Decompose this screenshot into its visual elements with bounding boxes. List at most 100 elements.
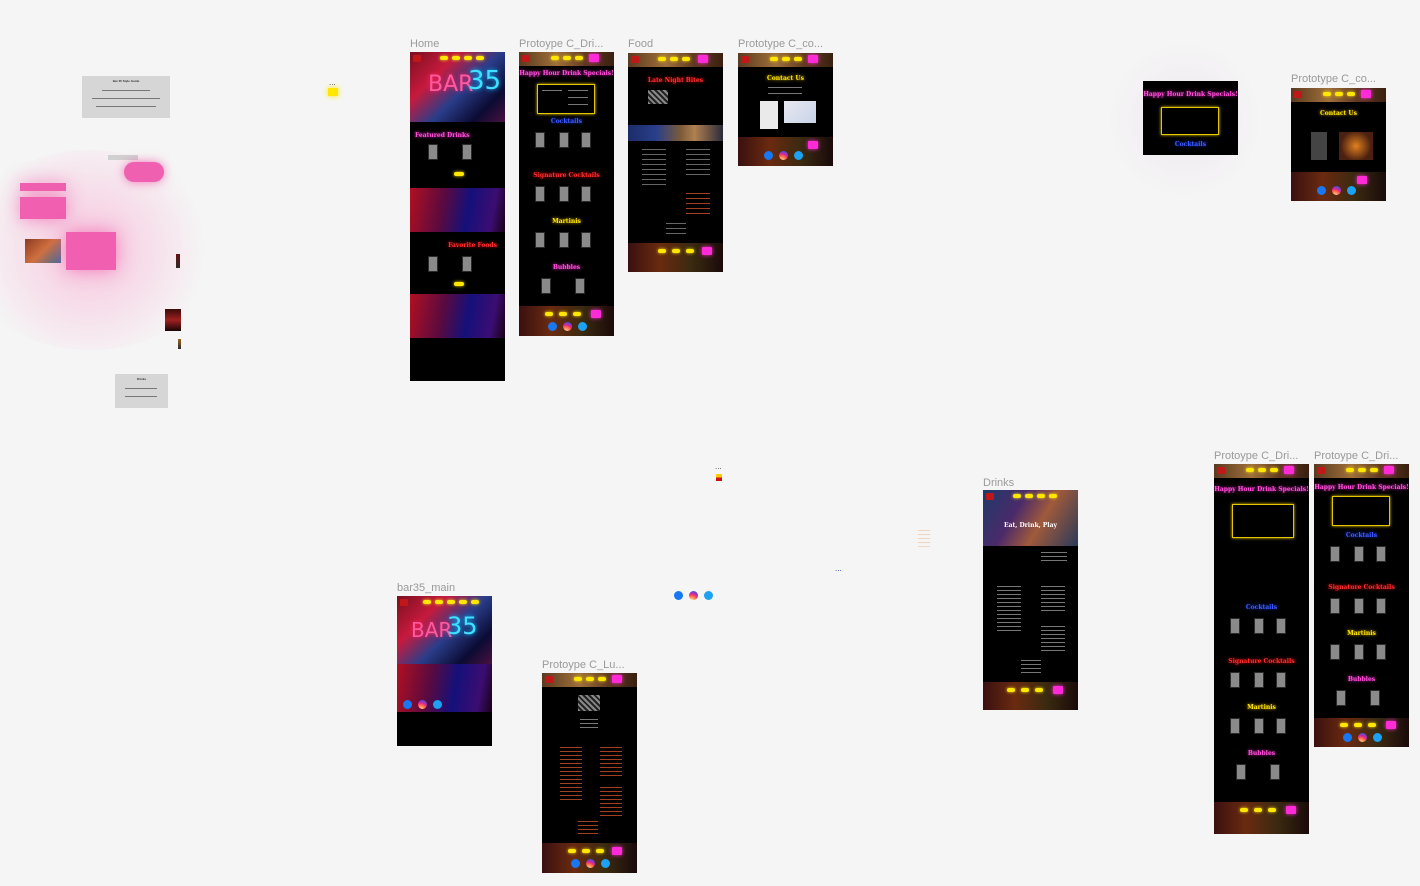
instagram-icon[interactable] — [563, 322, 572, 331]
footer-link[interactable] — [1354, 723, 1362, 727]
navbar[interactable] — [519, 52, 614, 66]
small-label-card[interactable] — [108, 155, 138, 160]
facebook-icon[interactable] — [674, 591, 683, 600]
drink-thumbnail[interactable] — [462, 144, 472, 160]
twitter-icon[interactable] — [1347, 186, 1356, 195]
footer-cta[interactable] — [612, 847, 622, 855]
drink-thumbnail[interactable] — [541, 278, 551, 294]
twitter-icon[interactable] — [578, 322, 587, 331]
navbar[interactable] — [1314, 464, 1409, 478]
footer-link[interactable] — [686, 249, 694, 253]
drink-thumbnail[interactable] — [535, 132, 545, 148]
twitter-icon[interactable] — [1373, 733, 1382, 742]
nav-cta-button[interactable] — [1361, 90, 1371, 98]
nav-link[interactable] — [471, 600, 479, 604]
nav-link[interactable] — [1246, 468, 1254, 472]
drink-thumbnail[interactable] — [559, 132, 569, 148]
navbar[interactable] — [738, 53, 833, 67]
footer-link[interactable] — [1268, 808, 1276, 812]
footer-link[interactable] — [1021, 688, 1029, 692]
nav-link[interactable] — [563, 56, 571, 60]
twitter-icon[interactable] — [433, 700, 442, 709]
drink-thumbnail[interactable] — [1254, 672, 1264, 688]
nav-cta-button[interactable] — [1284, 466, 1294, 474]
pink-button-sample[interactable] — [124, 162, 164, 182]
frame-drinks[interactable]: Eat, Drink, Play — [983, 490, 1078, 710]
instagram-icon[interactable] — [1358, 733, 1367, 742]
drink-thumbnail[interactable] — [1270, 764, 1280, 780]
drink-thumbnail[interactable] — [1230, 718, 1240, 734]
map-image[interactable] — [1339, 132, 1373, 160]
pink-card-medium[interactable] — [20, 197, 66, 219]
nav-link[interactable] — [423, 600, 431, 604]
drink-thumbnail[interactable] — [1376, 598, 1386, 614]
drink-thumbnail[interactable] — [1330, 546, 1340, 562]
drink-thumbnail[interactable] — [1276, 672, 1286, 688]
frame-bar35-main[interactable]: BAR 35 — [397, 596, 492, 746]
nav-link[interactable] — [1037, 494, 1045, 498]
frame-drinks-proto-2[interactable]: Happy Hour Drink Specials! Cocktails Sig… — [1214, 464, 1309, 834]
contact-form[interactable] — [760, 101, 778, 129]
drink-thumbnail[interactable] — [1254, 618, 1264, 634]
design-canvas[interactable]: Bar 35 Style Guide Drinks ... Home BAR 3… — [0, 0, 1420, 886]
nav-link[interactable] — [598, 677, 606, 681]
nav-link[interactable] — [682, 57, 690, 61]
footer-link[interactable] — [672, 249, 680, 253]
instagram-icon[interactable] — [689, 591, 698, 600]
navbar[interactable] — [1214, 464, 1309, 478]
footer-link[interactable] — [1007, 688, 1015, 692]
footer-cta[interactable] — [591, 310, 601, 318]
drink-thumbnail[interactable] — [575, 278, 585, 294]
instagram-icon[interactable] — [418, 700, 427, 709]
frame-label-drinks-proto[interactable]: Protoype C_Dri... — [519, 38, 614, 50]
nav-link[interactable] — [574, 677, 582, 681]
nav-link[interactable] — [440, 56, 448, 60]
nav-link[interactable] — [1258, 468, 1266, 472]
drink-thumbnail[interactable] — [1276, 618, 1286, 634]
frame-label-food[interactable]: Food — [628, 38, 723, 50]
facebook-icon[interactable] — [764, 151, 773, 160]
drink-thumbnail[interactable] — [535, 186, 545, 202]
frame-food[interactable]: Late Night Bites — [628, 53, 723, 272]
footer-link[interactable] — [573, 312, 581, 316]
instagram-icon[interactable] — [1332, 186, 1341, 195]
drink-thumbnail[interactable] — [535, 232, 545, 248]
footer-link[interactable] — [545, 312, 553, 316]
thumbnail-image[interactable] — [25, 239, 61, 263]
footer-link[interactable] — [1035, 688, 1043, 692]
footer-link[interactable] — [1340, 723, 1348, 727]
nav-link[interactable] — [1025, 494, 1033, 498]
nav-link[interactable] — [1347, 92, 1355, 96]
nav-link[interactable] — [447, 600, 455, 604]
footer-link[interactable] — [568, 849, 576, 853]
facebook-icon[interactable] — [1317, 186, 1326, 195]
instagram-icon[interactable] — [779, 151, 788, 160]
frame-label-contact-proto-2[interactable]: Prototype C_co... — [1291, 73, 1386, 85]
drink-thumbnail[interactable] — [1254, 718, 1264, 734]
frame-lunch-proto[interactable] — [542, 673, 637, 873]
pink-card-small[interactable] — [20, 183, 66, 191]
nav-link[interactable] — [1346, 468, 1354, 472]
nav-cta-button[interactable] — [1384, 466, 1394, 474]
footer-link[interactable] — [559, 312, 567, 316]
drink-thumbnail[interactable] — [1276, 718, 1286, 734]
map-image[interactable] — [784, 101, 816, 123]
drink-thumbnail[interactable] — [1354, 598, 1364, 614]
nav-cta-button[interactable] — [698, 55, 708, 63]
navbar[interactable] — [410, 52, 505, 66]
drink-thumbnail[interactable] — [1230, 672, 1240, 688]
style-guide-card[interactable]: Bar 35 Style Guide — [82, 76, 170, 118]
frame-label-drinks-proto-2[interactable]: Protoype C_Dri... — [1214, 450, 1309, 462]
small-poster-image[interactable] — [165, 309, 181, 331]
nav-link[interactable] — [464, 56, 472, 60]
nav-cta-button[interactable] — [589, 54, 599, 62]
nav-link[interactable] — [452, 56, 460, 60]
drink-thumbnail[interactable] — [1370, 690, 1380, 706]
drink-thumbnail[interactable] — [1336, 690, 1346, 706]
nav-link[interactable] — [1323, 92, 1331, 96]
nav-link[interactable] — [1370, 468, 1378, 472]
nav-link[interactable] — [658, 57, 666, 61]
drink-thumbnail[interactable] — [1230, 618, 1240, 634]
nav-cta-button[interactable] — [612, 675, 622, 683]
frame-label-bar35-main[interactable]: bar35_main — [397, 582, 492, 594]
